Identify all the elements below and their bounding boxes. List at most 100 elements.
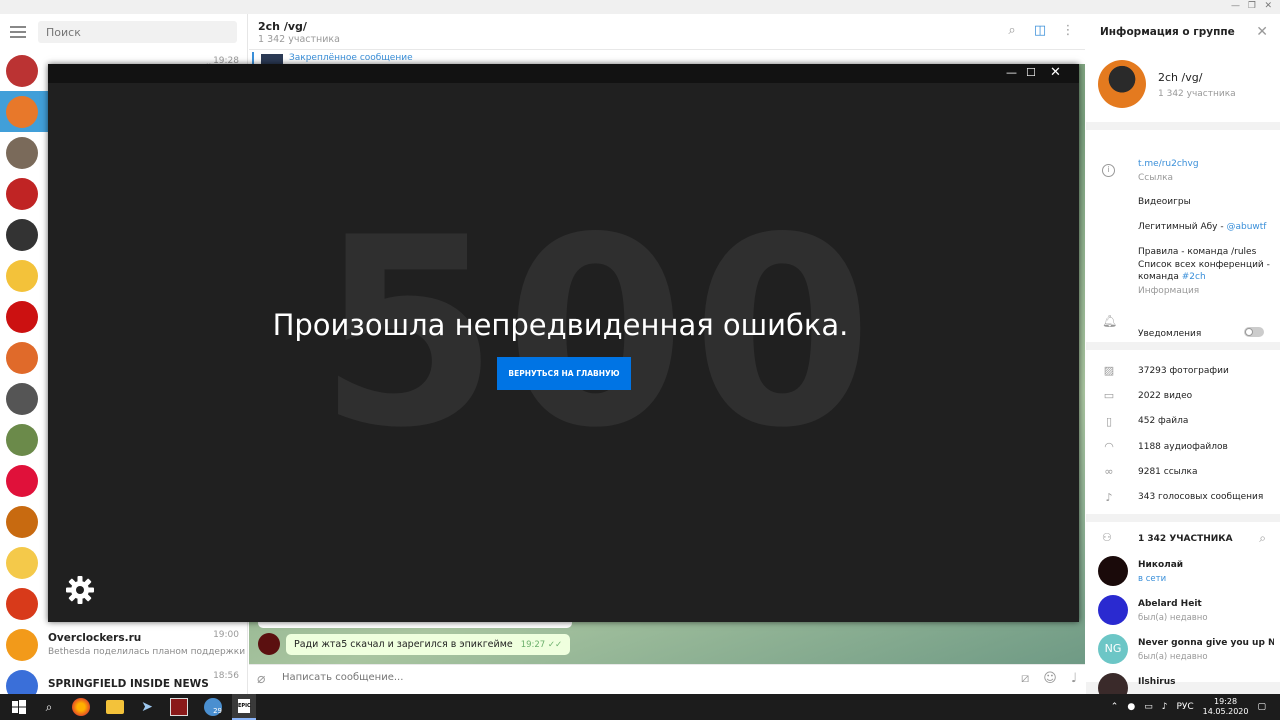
tray-app-icon[interactable]: ● (1127, 702, 1135, 712)
member-row[interactable]: Николай в сети (1086, 552, 1280, 591)
chat-title[interactable]: 2ch /vg/ (258, 20, 307, 33)
message-bubble[interactable]: Ради жта5 скачал и зарегился в эпикгейме… (286, 633, 571, 655)
members-icon: ⚇ (1102, 531, 1112, 544)
shared-media-list: ▨ 37293 фотографии ▭ 2022 видео ▯ 452 файла ◠ 1… (1086, 350, 1280, 514)
group-members-count: 1 342 участника (1158, 89, 1236, 99)
search-icon[interactable]: ⌕ (1005, 24, 1019, 38)
settings-gear-icon[interactable] (64, 574, 96, 606)
message-composer: ⌀ ⧄ ☺ ♩ (249, 664, 1085, 694)
volume-icon[interactable]: ♪ (1162, 702, 1168, 712)
member-name: Николай (1138, 560, 1184, 570)
group-avatar[interactable] (1098, 60, 1146, 108)
link-label: Ссылка (1138, 173, 1174, 183)
pinned-message[interactable]: Закреплённое сообщение (249, 50, 1085, 64)
avatar[interactable] (258, 633, 280, 655)
avatar (6, 546, 38, 579)
media-count-label: 37293 фотографии (1138, 365, 1229, 376)
firefox-icon[interactable] (72, 698, 90, 716)
group-link[interactable]: t.me/ru2chvg (1138, 158, 1199, 171)
link-icon: ∞ (1104, 465, 1114, 479)
search-icon[interactable]: ⌕ (40, 698, 58, 716)
minimize-icon[interactable]: — (1231, 1, 1240, 11)
media-row[interactable]: ♪ 343 голосовых сообщения (1086, 484, 1280, 509)
avatar (6, 341, 38, 374)
epic-titlebar: — ☐ ✕ (48, 64, 1079, 83)
close-icon[interactable]: ✕ (1264, 1, 1272, 11)
avatar (6, 505, 38, 538)
windows-start-icon[interactable] (10, 698, 28, 716)
notifications-toggle[interactable] (1244, 327, 1264, 337)
notifications-label: Уведомления (1138, 329, 1202, 339)
close-icon[interactable]: ✕ (1050, 65, 1061, 80)
clock[interactable]: 19:28 14.05.2020 (1203, 697, 1249, 717)
member-status: был(а) недавно (1138, 613, 1208, 623)
avatar (6, 300, 38, 333)
avatar (1098, 556, 1128, 586)
description-line: Правила - команда /rules (1138, 247, 1257, 257)
group-name: 2ch /vg/ (1158, 71, 1203, 84)
media-row[interactable]: ▯ 452 файла (1086, 409, 1280, 434)
message-row: Ради жта5 скачал и зарегился в эпикгейме… (258, 633, 571, 655)
chat-time: 19:00 (213, 630, 239, 640)
member-name: Never gonna give you up Nev... (1138, 638, 1274, 648)
language-indicator[interactable]: РУС (1176, 702, 1193, 712)
media-row[interactable]: ▨ 37293 фотографии (1086, 358, 1280, 383)
search-input[interactable] (38, 21, 237, 43)
media-player-icon[interactable] (170, 698, 188, 716)
member-name: Abelard Heit (1138, 599, 1202, 609)
avatar (6, 54, 38, 87)
sidebar-toggle-icon[interactable]: ◫ (1033, 24, 1047, 38)
members-section: ⚇ 1 342 УЧАСТНИКА ⌕ Николай в сети Abelard… (1086, 522, 1280, 703)
notification-center-icon[interactable]: ▢ (1257, 702, 1266, 712)
avatar (6, 382, 38, 415)
avatar (6, 464, 38, 497)
avatar (6, 136, 38, 169)
admin-handle-link[interactable]: @abuwtf (1226, 222, 1266, 232)
photo-icon: ▨ (1103, 364, 1115, 378)
more-icon[interactable]: ⋮ (1061, 24, 1075, 38)
chat-header: 2ch /vg/ 1 342 участника ⌕ ◫ ⋮ (249, 14, 1085, 50)
media-row[interactable]: ▭ 2022 видео (1086, 383, 1280, 408)
menu-icon[interactable] (10, 26, 26, 38)
file-explorer-icon[interactable] (106, 700, 124, 714)
group-info-panel: Информация о группе ✕ 2ch /vg/ 1 342 уча… (1086, 14, 1280, 703)
steam-badge-icon[interactable]: 29 (204, 698, 222, 716)
epic-games-icon[interactable]: EPIC (232, 694, 256, 720)
message-input[interactable] (282, 672, 982, 683)
window-titlebar: — ❐ ✕ (0, 0, 1280, 14)
hashtag-link[interactable]: #2ch (1182, 272, 1206, 282)
media-count-label: 2022 видео (1138, 390, 1193, 401)
media-row[interactable]: ∞ 9281 ссылка (1086, 459, 1280, 484)
media-row[interactable]: ◠ 1188 аудиофайлов (1086, 434, 1280, 459)
pinned-label: Закреплённое сообщение (289, 53, 413, 63)
avatar (1098, 595, 1128, 625)
member-row[interactable]: Abelard Heit был(а) недавно (1086, 591, 1280, 630)
avatar (6, 587, 38, 620)
media-count-label: 343 голосовых сообщения (1138, 492, 1264, 503)
avatar (6, 423, 38, 456)
chat-list-item[interactable]: Overclockers.ru Bethesda поделилась плано… (0, 624, 247, 665)
group-info-details: i t.me/ru2chvg Ссылка Видеоигры Легитимн… (1086, 130, 1280, 342)
avatar (6, 95, 38, 128)
member-name: Ilshirus (1138, 677, 1176, 687)
chat-subtitle: 1 342 участника (258, 34, 340, 45)
return-home-button[interactable]: ВЕРНУТЬСЯ НА ГЛАВНУЮ (497, 357, 631, 390)
member-row[interactable]: NG Never gonna give you up Nev... был(а) н… (1086, 630, 1280, 669)
network-icon[interactable]: ▭ (1144, 702, 1153, 712)
emoji-icon[interactable]: ☺ (1043, 671, 1057, 686)
close-icon[interactable]: ✕ (1256, 24, 1268, 40)
members-header: ⚇ 1 342 УЧАСТНИКА ⌕ (1086, 522, 1280, 552)
chat-time: 18:56 (213, 671, 239, 681)
chevron-up-icon[interactable]: ⌃ (1111, 702, 1119, 712)
commands-icon[interactable]: ⧄ (1021, 671, 1029, 686)
maximize-icon[interactable]: ☐ (1026, 66, 1036, 79)
bell-icon: 🔔︎ (1102, 314, 1118, 328)
microphone-icon[interactable]: ♩ (1071, 671, 1077, 686)
minimize-icon[interactable]: — (1006, 66, 1017, 79)
search-icon[interactable]: ⌕ (1259, 531, 1266, 546)
restore-icon[interactable]: ❐ (1248, 1, 1256, 11)
attach-icon[interactable]: ⌀ (257, 671, 265, 687)
epic-error-window: — ☐ ✕ 500 Произошла непредвиденная ошибк… (48, 64, 1079, 622)
avatar: NG (1098, 634, 1128, 664)
telegram-icon[interactable]: ➤ (138, 698, 156, 716)
